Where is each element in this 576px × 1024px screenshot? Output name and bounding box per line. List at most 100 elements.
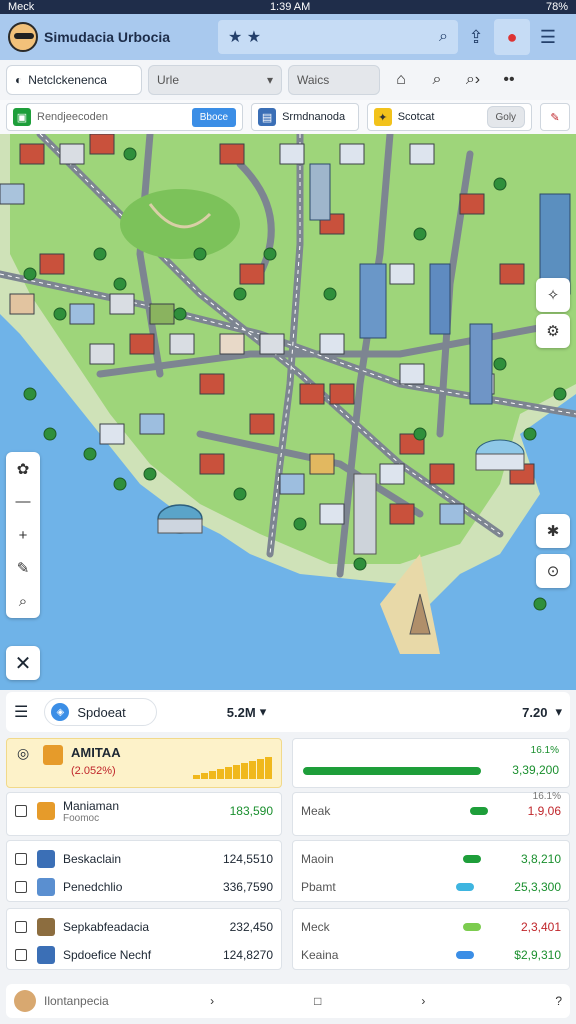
city-map[interactable]: ✿ — + ✎ ⌕ ✧ ⚙ ✱ ⊙ <box>0 134 576 690</box>
building[interactable] <box>299 383 325 405</box>
building[interactable] <box>59 143 85 165</box>
building[interactable] <box>379 463 405 485</box>
checkbox[interactable] <box>15 881 27 893</box>
search-icon[interactable]: ⌕ <box>422 65 452 95</box>
building[interactable] <box>389 503 415 525</box>
settings-icon[interactable]: ✿ <box>6 452 40 485</box>
list-item[interactable]: Pbamt 25,3,300 <box>293 873 569 901</box>
building[interactable] <box>389 263 415 285</box>
featured-right-card[interactable]: 16.1% 3,39,200 <box>292 738 570 788</box>
chevron-right-icon[interactable]: › <box>421 994 425 1008</box>
more-icon[interactable]: •• <box>494 65 524 95</box>
checkbox[interactable] <box>15 921 27 933</box>
building[interactable] <box>339 143 365 165</box>
list-item[interactable]: 16.1% Meak 1,9,06 <box>293 791 569 825</box>
star-icon[interactable]: ★ ★ <box>228 27 261 47</box>
building[interactable] <box>199 373 225 395</box>
stats-card-right[interactable]: Maoin 3,8,210 Pbamt 25,3,300 <box>292 840 570 902</box>
list-item[interactable]: Meck 2,3,401 <box>293 913 569 941</box>
building[interactable] <box>279 473 305 495</box>
map-search-input[interactable]: Waics <box>288 65 380 95</box>
square-icon[interactable]: □ <box>314 994 321 1008</box>
building[interactable] <box>459 193 485 215</box>
zoom-out-icon[interactable]: — <box>6 485 40 518</box>
featured-card[interactable]: ◎ AMITAA (2.052%) <box>6 738 282 788</box>
chevron-down-icon[interactable]: ▾ <box>260 704 267 720</box>
notification-icon[interactable]: ● <box>494 19 530 55</box>
building[interactable] <box>99 423 125 445</box>
list-icon[interactable]: ☰ <box>14 702 28 722</box>
building[interactable] <box>499 263 525 285</box>
checkbox[interactable] <box>15 949 27 961</box>
building[interactable] <box>39 253 65 275</box>
building[interactable] <box>329 383 355 405</box>
building[interactable] <box>409 143 435 165</box>
tool2-select[interactable]: ✦ Scotcat Goly <box>366 103 533 131</box>
zoom-in-icon[interactable]: + <box>6 518 40 551</box>
tool2-button[interactable]: Goly <box>486 106 526 128</box>
menu-icon[interactable]: ☰ <box>530 19 566 55</box>
stats-card-right[interactable]: Meck 2,3,401 Keaina $2,9,310 <box>292 908 570 970</box>
building[interactable] <box>309 453 335 475</box>
building[interactable] <box>169 333 195 355</box>
building[interactable] <box>239 263 265 285</box>
magnify-icon[interactable]: ⌕ <box>6 585 40 618</box>
alert-icon[interactable]: ✱ <box>536 514 570 548</box>
building[interactable] <box>249 413 275 435</box>
building[interactable] <box>399 363 425 385</box>
avatar[interactable] <box>14 990 36 1012</box>
people-icon[interactable]: ⚙ <box>536 314 570 348</box>
tool-select[interactable]: ▤ Srmdnanoda <box>251 103 359 131</box>
net-field[interactable]: ◐ Netclckenenca <box>6 65 142 95</box>
building[interactable] <box>9 293 35 315</box>
chevron-down-icon[interactable]: ▾ <box>555 704 562 720</box>
stats-card-left[interactable]: Maniaman Foomoc 183,590 <box>6 792 282 836</box>
avatar[interactable] <box>8 22 38 52</box>
checkbox[interactable] <box>15 805 27 817</box>
building[interactable] <box>19 143 45 165</box>
building[interactable] <box>319 333 345 355</box>
header-search-bar[interactable]: ★ ★ ⌕ <box>218 20 458 54</box>
list-item[interactable]: Beskaclain 124,5510 <box>7 845 281 873</box>
stats-card-right[interactable]: 16.1% Meak 1,9,06 <box>292 791 570 836</box>
stats-card-left[interactable]: Sepkabfeadacia 232,450 Spdoefice Nechf 124,… <box>6 908 282 970</box>
building[interactable] <box>129 333 155 355</box>
mode-select[interactable]: Urle ▾ <box>148 65 282 95</box>
edit-icon[interactable]: ✎ <box>6 552 40 585</box>
filter-search-field[interactable]: ▣ Rendjeecoden Bboce <box>6 103 244 131</box>
building[interactable] <box>199 453 225 475</box>
building[interactable] <box>319 503 345 525</box>
building[interactable] <box>439 503 465 525</box>
share-icon[interactable]: ⇪ <box>458 19 494 55</box>
building[interactable] <box>149 303 175 325</box>
compass-icon[interactable]: ⊙ <box>536 554 570 588</box>
building[interactable] <box>219 333 245 355</box>
checkbox[interactable] <box>15 853 27 865</box>
building[interactable] <box>109 293 135 315</box>
building[interactable] <box>69 303 95 325</box>
building[interactable] <box>219 143 245 165</box>
filter-search-button[interactable]: Bboce <box>191 107 237 127</box>
location-icon[interactable]: ⌂ <box>386 65 416 95</box>
tab-spdoeat[interactable]: ◈ Spdoeat <box>44 698 157 726</box>
help-icon[interactable]: ? <box>555 994 562 1008</box>
building[interactable] <box>279 143 305 165</box>
zoom-icon[interactable]: ⌕› <box>458 65 488 95</box>
list-item[interactable]: Maoin 3,8,210 <box>293 845 569 873</box>
list-item[interactable]: Sepkabfeadacia 232,450 <box>7 913 281 941</box>
building[interactable] <box>89 343 115 365</box>
close-icon[interactable]: ✕ <box>6 646 40 680</box>
stats-card-left[interactable]: Beskaclain 124,5510 Penedchlio 336,7590 <box>6 840 282 902</box>
tools-icon[interactable]: ✧ <box>536 278 570 312</box>
pin-icon[interactable]: ✎ <box>540 103 570 131</box>
list-item[interactable]: Keaina $2,9,310 <box>293 941 569 969</box>
building[interactable] <box>139 413 165 435</box>
building[interactable] <box>89 134 115 155</box>
search-icon[interactable]: ⌕ <box>439 28 448 46</box>
list-item[interactable]: Penedchlio 336,7590 <box>7 873 281 901</box>
chevron-right-icon[interactable]: › <box>210 994 214 1008</box>
list-item[interactable]: Maniaman Foomoc 183,590 <box>7 797 281 825</box>
building[interactable] <box>0 183 25 205</box>
building[interactable] <box>259 333 285 355</box>
building[interactable] <box>429 463 455 485</box>
